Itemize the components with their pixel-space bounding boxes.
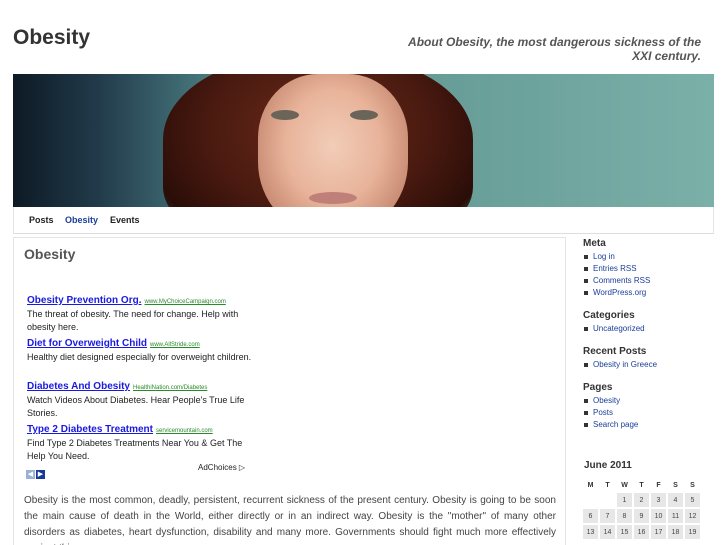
post-body: Obesity is the most common, deadly, pers… — [24, 495, 556, 545]
site-description: About Obesity, the most dangerous sickne… — [408, 35, 701, 63]
ad-title[interactable]: Obesity Prevention Org. — [27, 295, 141, 306]
widget-title-pages: Pages — [583, 382, 613, 393]
ad-url[interactable]: www.AllStride.com — [150, 342, 200, 348]
calendar-day-empty — [583, 493, 598, 507]
calendar-day: 1 — [617, 493, 632, 507]
calendar-day: 13 — [583, 525, 598, 539]
ad-title[interactable]: Type 2 Diabetes Treatment — [27, 424, 153, 435]
page-link[interactable]: Obesity — [583, 395, 713, 407]
header-image-right-eye — [350, 110, 378, 120]
meta-link[interactable]: Log in — [583, 251, 713, 263]
calendar-day: 18 — [668, 525, 683, 539]
calendar-weekday: M — [587, 481, 594, 489]
sidebar: Meta Log in Entries RSS Comments RSS Wor… — [583, 238, 713, 442]
post-title[interactable]: Obesity — [24, 246, 75, 262]
calendar-weekday: S — [673, 481, 678, 489]
calendar-day: 11 — [668, 509, 683, 523]
ad-url[interactable]: HealthiNation.com/Diabetes — [133, 385, 207, 391]
calendar-day: 14 — [600, 525, 615, 539]
calendar-weekday: T — [639, 481, 644, 489]
header-image-left-eye — [271, 110, 299, 120]
page-link[interactable]: Search page — [583, 419, 713, 431]
page-link[interactable]: Posts — [583, 407, 713, 419]
ad-url[interactable]: www.MyChoiceCampaign.com — [144, 299, 225, 305]
ad-pagination: ◀ ▶ — [26, 463, 46, 481]
calendar-day: 7 — [600, 509, 615, 523]
categories-list: Uncategorized — [583, 323, 713, 335]
calendar-weekday: S — [690, 481, 695, 489]
calendar-day: 6 — [583, 509, 598, 523]
calendar-caption: June 2011 — [584, 460, 632, 471]
main-nav: Posts Obesity Events — [13, 207, 714, 234]
ad-url[interactable]: servicemountain.com — [156, 428, 213, 434]
ad-text: Healthy diet designed especially for ove… — [27, 352, 252, 362]
calendar-day: 2 — [634, 493, 649, 507]
calendar-day: 8 — [617, 509, 632, 523]
meta-link[interactable]: WordPress.org — [583, 287, 713, 299]
calendar-day: 12 — [685, 509, 700, 523]
header-image — [13, 74, 714, 207]
ad-text: Watch Videos About Diabetes. Hear People… — [27, 395, 245, 418]
category-link[interactable]: Uncategorized — [583, 323, 713, 335]
ad-item[interactable]: Obesity Prevention Org. www.MyChoiceCampa… — [27, 290, 257, 334]
calendar-day: 5 — [685, 493, 700, 507]
adchoices-label: AdChoices — [198, 463, 237, 472]
main-content: Obesity Obesity Prevention Org. www.MyCho… — [13, 237, 566, 545]
calendar-day-empty — [600, 493, 615, 507]
adchoices-icon: ▷ — [238, 463, 246, 472]
header-image-lips — [309, 192, 357, 204]
ad-next-button[interactable]: ▶ — [36, 470, 45, 479]
calendar-day: 9 — [634, 509, 649, 523]
site-title[interactable]: Obesity — [13, 26, 90, 50]
ad-text: Find Type 2 Diabetes Treatments Near You… — [27, 438, 243, 461]
calendar-weekday: W — [621, 481, 628, 489]
header-image-face — [258, 74, 408, 207]
widget-title-meta: Meta — [583, 238, 606, 249]
meta-link[interactable]: Entries RSS — [583, 263, 713, 275]
calendar-day: 4 — [668, 493, 683, 507]
meta-list: Log in Entries RSS Comments RSS WordPres… — [583, 251, 713, 299]
widget-title-categories: Categories — [583, 310, 635, 321]
calendar-day: 3 — [651, 493, 666, 507]
nav-item-obesity[interactable]: Obesity — [65, 215, 98, 225]
calendar-weekday: T — [605, 481, 610, 489]
calendar-weekday: F — [656, 481, 661, 489]
recent-posts-list: Obesity in Greece — [583, 359, 713, 371]
widget-title-recent-posts: Recent Posts — [583, 346, 647, 357]
nav-item-events[interactable]: Events — [110, 215, 140, 225]
calendar-day: 10 — [651, 509, 666, 523]
adchoices-link[interactable]: AdChoices ▷ — [198, 463, 245, 472]
ad-item[interactable]: Diabetes And Obesity HealthiNation.com/Di… — [27, 376, 257, 420]
calendar-widget: June 2011 M T W T F S S 1 2 3 4 5 6 7 8 … — [583, 460, 707, 541]
ad-item[interactable]: Type 2 Diabetes Treatment servicemountain… — [27, 419, 257, 463]
calendar-day: 19 — [685, 525, 700, 539]
calendar-day: 17 — [651, 525, 666, 539]
ad-title[interactable]: Diet for Overweight Child — [27, 338, 147, 349]
recent-post-link[interactable]: Obesity in Greece — [583, 359, 713, 371]
calendar-day: 16 — [634, 525, 649, 539]
nav-item-posts[interactable]: Posts — [29, 215, 54, 225]
ad-text: The threat of obesity. The need for chan… — [27, 309, 239, 332]
ad-prev-button[interactable]: ◀ — [26, 470, 35, 479]
calendar-day: 15 — [617, 525, 632, 539]
ad-item[interactable]: Diet for Overweight Child www.AllStride.c… — [27, 333, 257, 364]
ad-title[interactable]: Diabetes And Obesity — [27, 381, 130, 392]
pages-list: Obesity Posts Search page — [583, 395, 713, 431]
meta-link[interactable]: Comments RSS — [583, 275, 713, 287]
calendar-table: M T W T F S S 1 2 3 4 5 6 7 8 9 10 11 12… — [581, 477, 702, 541]
